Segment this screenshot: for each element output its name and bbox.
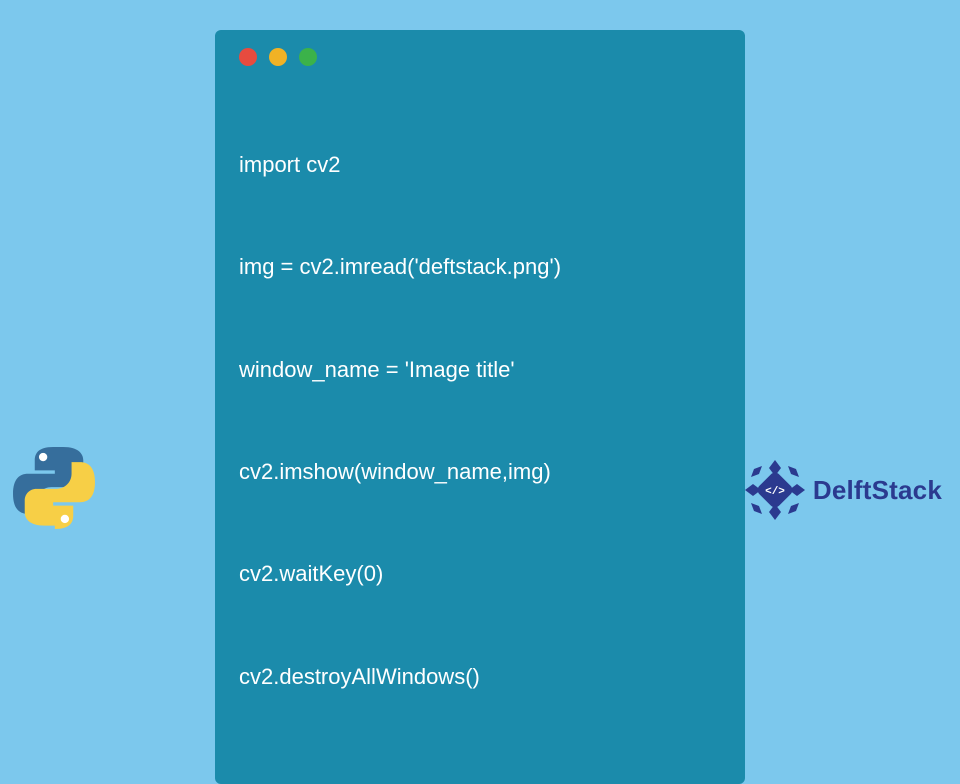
maximize-icon: [299, 48, 317, 66]
svg-text:</>: </>: [765, 486, 785, 498]
close-icon: [239, 48, 257, 66]
code-line: cv2.waitKey(0): [239, 557, 721, 591]
code-line: import cv2: [239, 148, 721, 182]
code-line: cv2.imshow(window_name,img): [239, 455, 721, 489]
minimize-icon: [269, 48, 287, 66]
delftstack-logo: </> DelftStack: [743, 458, 942, 522]
delftstack-emblem-icon: </>: [743, 458, 807, 522]
code-line: img = cv2.imread('deftstack.png'): [239, 250, 721, 284]
code-window: import cv2 img = cv2.imread('deftstack.p…: [215, 30, 745, 784]
brand-name: DelftStack: [813, 475, 942, 506]
python-logo-icon: [8, 442, 100, 534]
code-line: window_name = 'Image title': [239, 353, 721, 387]
code-block: import cv2 img = cv2.imread('deftstack.p…: [239, 80, 721, 762]
window-traffic-lights: [239, 48, 721, 66]
code-line: cv2.destroyAllWindows(): [239, 660, 721, 694]
